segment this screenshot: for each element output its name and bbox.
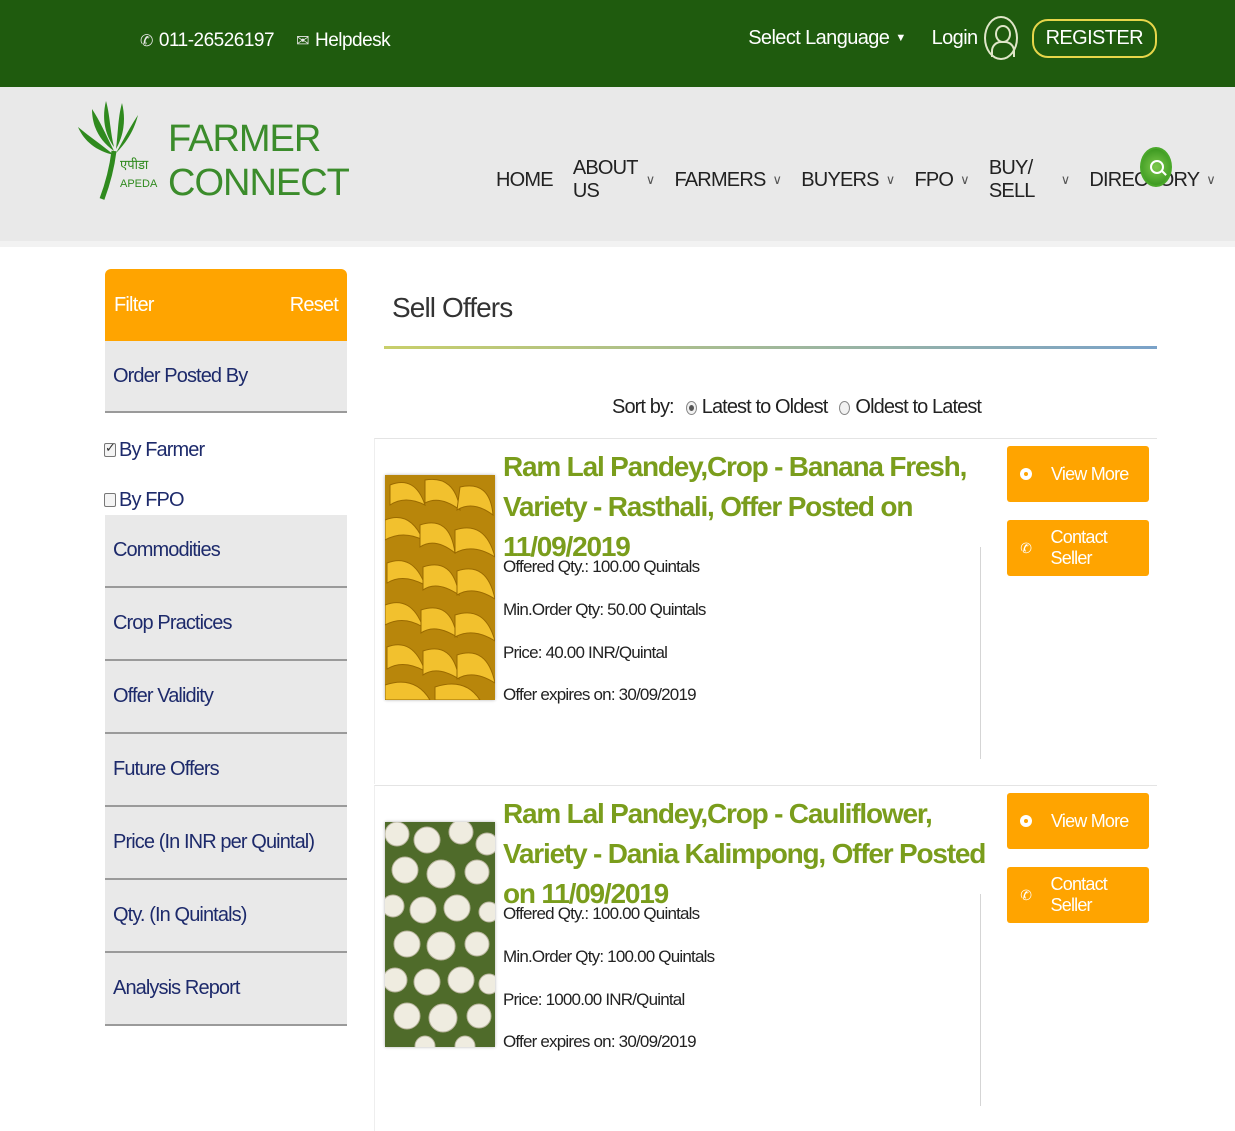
- sort-oldest-label: Oldest to Latest: [855, 396, 982, 418]
- phone-number[interactable]: 011-26526197: [159, 30, 275, 52]
- brand-line-2: CONNECT: [168, 162, 350, 204]
- top-bar: ✆ 011-26526197 ✉ Helpdesk Select Languag…: [0, 0, 1235, 87]
- dropdown-triangle-icon: ▼: [895, 31, 906, 44]
- brand-name[interactable]: FARMER CONNECT: [168, 117, 350, 205]
- apeda-logo[interactable]: एपीडा APEDA: [74, 95, 164, 205]
- offer-card: Ram Lal Pandey,Crop - Cauliflower, Varie…: [374, 785, 1157, 1131]
- sort-latest-option[interactable]: Latest to Oldest: [685, 396, 829, 419]
- offer-card: Ram Lal Pandey,Crop - Banana Fresh, Vari…: [374, 438, 1157, 784]
- chevron-down-icon: ∨: [1060, 172, 1070, 187]
- register-button[interactable]: REGISTER: [1031, 18, 1157, 58]
- view-more-label: View More: [1051, 463, 1129, 484]
- contact-seller-label: Contact Seller: [1050, 527, 1108, 568]
- language-selector[interactable]: Select Language ▼: [748, 26, 906, 50]
- reset-button[interactable]: Reset: [290, 294, 339, 317]
- eye-icon: [1019, 467, 1033, 481]
- offer-expiry: Offer expires on: 30/09/2019: [503, 685, 697, 704]
- filter-sidebar: Filter Reset Order Posted By By Farmer B…: [104, 269, 347, 1026]
- nav-buy-sell[interactable]: BUY/ SELL ∨: [989, 157, 1070, 203]
- contact-seller-label: Contact Seller: [1050, 874, 1108, 915]
- search-button[interactable]: [1140, 147, 1172, 187]
- svg-text:APEDA: APEDA: [120, 178, 158, 190]
- chevron-down-icon: ∨: [772, 172, 782, 187]
- view-more-button[interactable]: View More: [1007, 446, 1149, 502]
- eye-icon: [1019, 814, 1033, 828]
- site-header: एपीडा APEDA FARMER CONNECT HOME ABOUT US…: [0, 87, 1235, 247]
- chevron-down-icon: ∨: [885, 172, 895, 187]
- min-order-qty: Min.Order Qty: 50.00 Quintals: [503, 600, 706, 619]
- contact-info: ✆ 011-26526197 ✉ Helpdesk: [140, 30, 391, 52]
- filter-crop-practices[interactable]: Crop Practices: [105, 588, 347, 661]
- filter-order-posted-by[interactable]: Order Posted By: [105, 341, 347, 413]
- phone-icon: ✆: [140, 33, 153, 50]
- login-label: Login: [931, 26, 979, 49]
- card-divider: [980, 894, 981, 1106]
- filter-qty[interactable]: Qty. (In Quintals): [105, 880, 347, 953]
- login-link[interactable]: Login: [932, 16, 1018, 60]
- banana-image: [385, 475, 495, 700]
- filter-analysis-report[interactable]: Analysis Report: [105, 953, 347, 1026]
- offer-heading[interactable]: Ram Lal Pandey,Crop - Cauliflower, Varie…: [503, 794, 993, 914]
- nav-farmers[interactable]: FARMERS ∨: [674, 157, 782, 203]
- posted-by-options: By Farmer By FPO: [104, 413, 347, 515]
- nav-fpo[interactable]: FPO ∨: [914, 157, 969, 203]
- language-label: Select Language: [748, 26, 890, 49]
- card-divider: [980, 547, 981, 759]
- chevron-down-icon: ∨: [1206, 172, 1215, 187]
- nav-about-us[interactable]: ABOUT US ∨: [573, 157, 655, 203]
- sort-oldest-radio[interactable]: [839, 400, 851, 415]
- helpdesk-link[interactable]: Helpdesk: [315, 30, 391, 52]
- nav-home[interactable]: HOME: [496, 157, 554, 203]
- sort-oldest-option[interactable]: Oldest to Latest: [839, 396, 982, 419]
- offer-heading[interactable]: Ram Lal Pandey,Crop - Banana Fresh, Vari…: [503, 447, 993, 567]
- filter-future-offers[interactable]: Future Offers: [105, 734, 347, 807]
- top-bar-actions: Select Language ▼ Login REGISTER: [748, 16, 1157, 60]
- cauliflower-image: [385, 822, 495, 1047]
- mail-icon: ✉: [296, 33, 309, 50]
- sort-label: Sort by:: [612, 396, 675, 418]
- view-more-button[interactable]: View More: [1007, 793, 1149, 849]
- page-title: Sell Offers: [392, 292, 513, 323]
- filter-offer-validity[interactable]: Offer Validity: [105, 661, 347, 734]
- min-order-qty: Min.Order Qty: 100.00 Quintals: [503, 947, 715, 966]
- offer-price: Price: 1000.00 INR/Quintal: [503, 990, 685, 1009]
- by-fpo-checkbox[interactable]: [104, 493, 116, 507]
- by-farmer-label: By Farmer: [119, 438, 205, 461]
- brand-line-1: FARMER: [168, 118, 321, 160]
- user-icon: [983, 16, 1018, 60]
- contact-seller-button[interactable]: ✆ Contact Seller: [1007, 520, 1149, 576]
- filter-title: Filter: [114, 293, 154, 316]
- by-fpo-label: By FPO: [119, 488, 185, 511]
- phone-icon: ✆: [1020, 886, 1032, 903]
- by-farmer-option[interactable]: By Farmer: [104, 425, 347, 475]
- sort-bar: Sort by: Latest to Oldest Oldest to Late…: [612, 396, 982, 419]
- by-farmer-checkbox[interactable]: [104, 440, 116, 457]
- offer-price: Price: 40.00 INR/Quintal: [503, 643, 668, 662]
- phone-icon: ✆: [1020, 539, 1032, 556]
- offered-qty: Offered Qty.: 100.00 Quintals: [503, 557, 700, 576]
- filter-commodities[interactable]: Commodities: [105, 515, 347, 588]
- nav-buyers[interactable]: BUYERS ∨: [801, 157, 895, 203]
- filter-header: Filter Reset: [105, 269, 347, 341]
- offered-qty: Offered Qty.: 100.00 Quintals: [503, 904, 700, 923]
- main-nav: HOME ABOUT US ∨ FARMERS ∨ BUYERS ∨ FPO ∨ BUY…: [496, 157, 1235, 203]
- svg-text:एपीडा: एपीडा: [120, 157, 149, 173]
- title-divider: [384, 346, 1157, 349]
- sort-latest-radio[interactable]: [685, 400, 697, 415]
- chevron-down-icon: ∨: [960, 172, 969, 187]
- chevron-down-icon: ∨: [645, 172, 655, 187]
- sort-latest-label: Latest to Oldest: [701, 396, 829, 418]
- filter-price[interactable]: Price (In INR per Quintal): [105, 807, 347, 880]
- offer-expiry: Offer expires on: 30/09/2019: [503, 1032, 697, 1051]
- view-more-label: View More: [1051, 810, 1129, 831]
- contact-seller-button[interactable]: ✆ Contact Seller: [1007, 867, 1149, 923]
